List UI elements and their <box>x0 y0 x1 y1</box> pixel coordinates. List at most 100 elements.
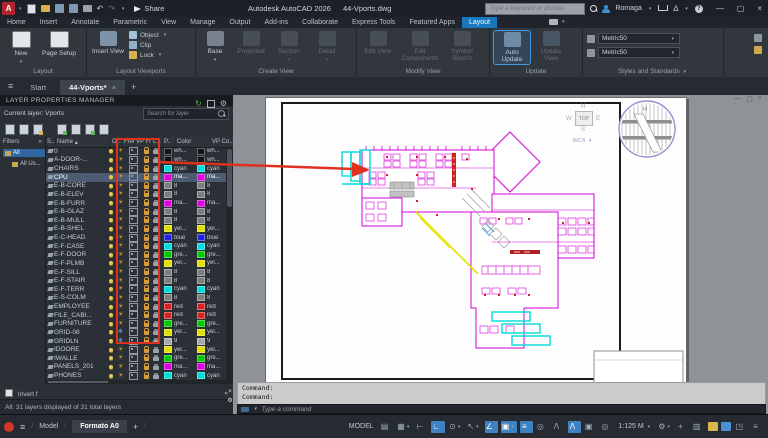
isolate-objects-icon[interactable]: ◎ <box>600 421 613 433</box>
command-caret-icon[interactable]: ▾ <box>254 406 257 412</box>
layer-plot-icon[interactable] <box>153 185 159 189</box>
layer-vp-color-swatch[interactable] <box>197 191 205 198</box>
viewport-object-button[interactable]: Object ▾ <box>129 31 168 39</box>
layer-on-icon[interactable] <box>109 218 113 222</box>
layer-vp-freeze-icon[interactable] <box>129 208 138 216</box>
layer-freeze-icon[interactable]: ☀ <box>118 347 123 353</box>
layout-paper[interactable]: H <box>265 97 687 387</box>
isometric-drafting-icon[interactable]: ∠ <box>485 421 498 433</box>
layer-lock-icon[interactable] <box>144 314 149 318</box>
layer-row[interactable]: A-DOOR-... ☀ wh... <box>46 156 226 165</box>
layer-lock-icon[interactable] <box>144 306 149 310</box>
layer-color-swatch[interactable] <box>164 191 172 198</box>
layer-plot-icon[interactable] <box>153 211 159 215</box>
layer-vp-freeze-icon[interactable] <box>129 277 138 285</box>
layer-freeze-icon[interactable]: ☀ <box>118 166 123 172</box>
drawing-area[interactable]: — ▢ × H <box>233 95 768 414</box>
delete-layer-icon[interactable] <box>85 124 95 135</box>
layer-lock-icon[interactable] <box>144 176 149 180</box>
layer-lock-icon[interactable] <box>144 331 149 335</box>
user-caret-icon[interactable]: ▾ <box>649 6 652 12</box>
layer-on-icon[interactable] <box>109 192 113 196</box>
layer-vp-color-swatch[interactable] <box>197 182 205 189</box>
layer-plot-icon[interactable] <box>153 375 159 379</box>
layer-vp-freeze-icon[interactable] <box>129 372 138 380</box>
layer-lock-icon[interactable] <box>144 280 149 284</box>
layer-color-swatch[interactable] <box>164 277 172 284</box>
layer-row[interactable]: IWALLE ☀ gre... <box>46 354 226 363</box>
layer-vp-color-swatch[interactable] <box>197 260 205 267</box>
layer-freeze-icon[interactable]: ☀ <box>118 217 123 223</box>
viewport-lock-button[interactable]: Lock ▾ <box>129 51 168 59</box>
layer-freeze-icon[interactable]: ☀ <box>118 200 123 206</box>
layer-freeze-icon[interactable]: ☀ <box>118 148 123 154</box>
ribbon-tab[interactable]: Home <box>0 17 33 28</box>
layer-row[interactable]: E-F-DOOR ☀ gre... <box>46 251 226 260</box>
layer-plot-icon[interactable] <box>153 340 159 344</box>
search-icon[interactable] <box>590 5 597 12</box>
layer-vp-color-swatch[interactable] <box>197 225 205 232</box>
object-snap-icon[interactable]: ▣▾ <box>501 421 517 433</box>
layer-row[interactable]: E-B-MULL ☀ 8 8 <box>46 216 226 225</box>
layer-row[interactable]: E-B-ELEV ☀ 8 8 <box>46 190 226 199</box>
layer-lock-icon[interactable] <box>144 323 149 327</box>
layer-color-swatch[interactable] <box>164 286 172 293</box>
layer-freeze-icon[interactable]: ☀ <box>118 183 123 189</box>
layer-vp-freeze-icon[interactable] <box>129 242 138 250</box>
col-lock[interactable]: L.. <box>152 137 163 147</box>
layer-row[interactable]: PANELS_201 ☀ ma... <box>46 363 226 372</box>
col-vp-freeze[interactable]: VP Fre... <box>135 137 152 147</box>
share-button[interactable]: Share <box>134 4 164 13</box>
layer-on-icon[interactable] <box>109 149 113 153</box>
layer-vp-color-swatch[interactable] <box>197 294 205 301</box>
commandline-close-icon[interactable]: × <box>228 389 232 395</box>
layer-vp-color-swatch[interactable] <box>197 286 205 293</box>
layout-tab-menu-icon[interactable]: ≡ <box>20 422 25 432</box>
layer-vp-freeze-icon[interactable] <box>129 147 138 155</box>
layer-vp-color-swatch[interactable] <box>197 355 205 362</box>
layer-row[interactable]: E-F-STAIR ☀ 8 8 <box>46 276 226 285</box>
layer-plot-icon[interactable] <box>153 288 159 292</box>
layer-color-swatch[interactable] <box>164 312 172 319</box>
layer-freeze-icon[interactable]: ☀ <box>118 364 123 370</box>
autodesk-icon[interactable]: ∆ <box>673 4 678 13</box>
base-view-button[interactable]: Base ▾ <box>200 31 230 64</box>
layer-row[interactable]: E-B-GLAZ ☀ 8 8 <box>46 207 226 216</box>
command-badge-icon[interactable] <box>241 407 249 412</box>
customization-icon[interactable]: ≡ <box>751 421 764 433</box>
graphics-performance-icon[interactable] <box>721 422 731 431</box>
layer-row[interactable]: CHAIRS ☀ cyan c <box>46 164 226 173</box>
layer-list-scrollbar[interactable] <box>226 147 233 384</box>
layer-lock-icon[interactable] <box>144 349 149 353</box>
close-button[interactable]: × <box>757 4 762 13</box>
layer-on-icon[interactable] <box>109 184 113 188</box>
layer-vp-freeze-icon[interactable] <box>129 190 138 198</box>
layer-freeze-icon[interactable]: ☀ <box>118 321 123 327</box>
layer-vp-color-swatch[interactable] <box>197 200 205 207</box>
layer-vp-freeze-icon[interactable] <box>129 165 138 173</box>
layer-lock-icon[interactable] <box>144 159 149 163</box>
layer-freeze-icon[interactable]: ☀ <box>118 252 123 258</box>
viewcube-north[interactable]: N <box>563 103 603 111</box>
layer-states-manager-icon[interactable] <box>33 124 43 135</box>
layer-vp-color-swatch[interactable] <box>197 363 205 370</box>
layer-row[interactable]: GRIDLN ❄ 9 9 <box>46 337 226 346</box>
layer-plot-icon[interactable] <box>153 254 159 258</box>
layer-freeze-icon[interactable]: ❄ <box>118 338 123 344</box>
layer-freeze-icon[interactable]: ☀ <box>118 373 123 379</box>
help-search-input[interactable] <box>485 3 585 15</box>
col-freeze[interactable]: Free.. <box>123 137 135 147</box>
section-style-select[interactable]: Metric50 ▾ <box>598 47 680 58</box>
layer-freeze-icon[interactable]: ☀ <box>118 209 123 215</box>
new-layer-icon[interactable] <box>57 124 67 135</box>
snap-mode-icon[interactable]: ▦▾ <box>396 421 412 433</box>
layer-lock-icon[interactable] <box>144 297 149 301</box>
layer-row[interactable]: E-S-COLM ☀ 8 8 <box>46 294 226 303</box>
user-avatar-icon[interactable] <box>602 5 610 13</box>
layer-on-icon[interactable] <box>109 322 113 326</box>
infer-constraints-icon[interactable]: ⊢ <box>415 421 428 433</box>
layer-plot-icon[interactable] <box>153 168 159 172</box>
layer-vp-freeze-icon[interactable] <box>129 199 138 207</box>
panel-label-update[interactable]: Update <box>490 68 582 77</box>
layer-on-icon[interactable] <box>109 167 113 171</box>
